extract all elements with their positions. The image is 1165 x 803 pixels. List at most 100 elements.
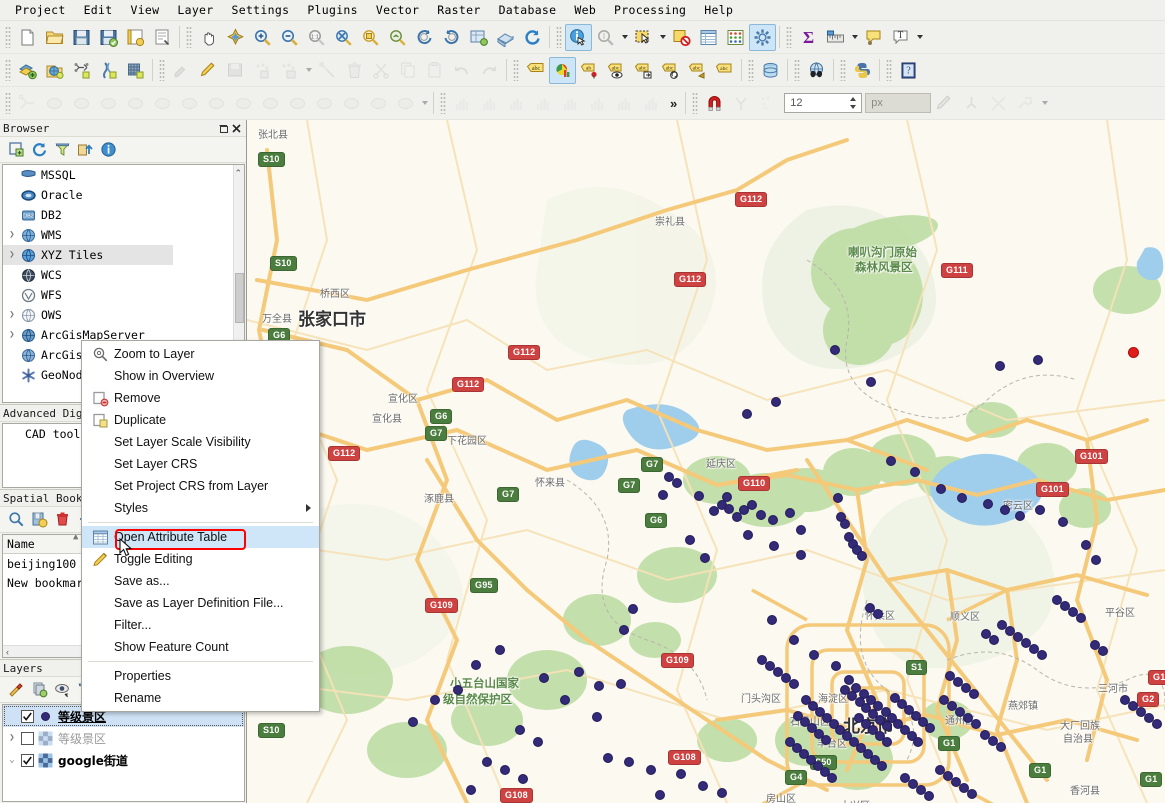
- identify-features-button[interactable]: [565, 23, 592, 51]
- menu-item-layer[interactable]: Layer: [168, 1, 222, 19]
- map-feature-point[interactable]: [1058, 517, 1068, 527]
- change-label-button[interactable]: abc: [711, 57, 738, 84]
- menu-item-help[interactable]: Help: [695, 1, 742, 19]
- layer-expand-icon[interactable]: ⌄: [5, 755, 19, 765]
- map-canvas-area[interactable]: 张北县 崇礼县 桥西区 万全县 张家口市 宣化区 宣化县 下花园区 怀来县 涿鹿县 延庆区 喇叭沟门原…: [247, 120, 1165, 803]
- map-feature-point[interactable]: [430, 695, 440, 705]
- map-feature-point[interactable]: [1081, 540, 1091, 550]
- expand-arrow-icon[interactable]: ❯: [5, 310, 19, 320]
- add-raster-layer-button[interactable]: [41, 57, 68, 84]
- map-feature-point[interactable]: [1098, 646, 1108, 656]
- context-menu-item-set-project-crs-from-layer[interactable]: Set Project CRS from Layer: [82, 475, 319, 497]
- context-menu-item-properties[interactable]: Properties: [82, 665, 319, 687]
- chevron-down-icon[interactable]: [619, 24, 630, 51]
- field-calculator-button[interactable]: Σ: [795, 24, 822, 51]
- layer-item-1[interactable]: ❯ 等级景区: [3, 727, 244, 749]
- map-feature-point[interactable]: [717, 788, 727, 798]
- map-feature-point[interactable]: [616, 679, 626, 689]
- context-menu-item-filter[interactable]: Filter...: [82, 614, 319, 636]
- menu-item-raster[interactable]: Raster: [428, 1, 489, 19]
- map-feature-point[interactable]: [408, 717, 418, 727]
- context-menu-item-duplicate[interactable]: Duplicate: [82, 409, 319, 431]
- map-feature-point[interactable]: [796, 525, 806, 535]
- chevron-down-icon[interactable]: [419, 90, 430, 117]
- browser-item-ows[interactable]: ❯ OWS: [3, 305, 173, 325]
- select-features-button[interactable]: [630, 24, 657, 51]
- new-project-button[interactable]: [14, 24, 41, 51]
- text-annotation-button[interactable]: T: [887, 24, 914, 51]
- map-feature-point[interactable]: [1035, 505, 1045, 515]
- map-feature-point[interactable]: [592, 712, 602, 722]
- layer-item-2[interactable]: ⌄ google街道: [3, 749, 244, 771]
- menu-item-view[interactable]: View: [121, 1, 168, 19]
- map-feature-point[interactable]: [833, 493, 843, 503]
- context-menu-item-open-attribute-table[interactable]: Open Attribute Table: [82, 526, 319, 548]
- snapping-tolerance-input[interactable]: 12: [784, 93, 863, 113]
- context-menu-item-set-layer-crs[interactable]: Set Layer CRS: [82, 453, 319, 475]
- browser-item-xyz-tiles[interactable]: ❯ XYZ Tiles: [3, 245, 173, 265]
- options-button[interactable]: [749, 23, 776, 51]
- map-feature-point[interactable]: [1037, 650, 1047, 660]
- map-feature-point[interactable]: [700, 553, 710, 563]
- layer-expand-icon[interactable]: ❯: [5, 733, 19, 743]
- map-feature-point[interactable]: [453, 685, 463, 695]
- menu-item-plugins[interactable]: Plugins: [298, 1, 367, 19]
- map-feature-point[interactable]: [742, 409, 752, 419]
- chevron-down-icon[interactable]: [303, 57, 314, 84]
- map-feature-point[interactable]: [971, 719, 981, 729]
- map-feature-point[interactable]: [747, 500, 757, 510]
- toolbar-grip[interactable]: [886, 59, 892, 81]
- zoom-out-button[interactable]: [276, 24, 303, 51]
- annotation-button[interactable]: [860, 24, 887, 51]
- browser-item-db2[interactable]: DB2 DB2: [3, 205, 173, 225]
- browser-item-wfs[interactable]: WFS: [3, 285, 173, 305]
- database-manager-button[interactable]: [757, 57, 784, 84]
- map-feature-point[interactable]: [995, 361, 1005, 371]
- map-feature-point[interactable]: [672, 478, 682, 488]
- map-feature-point[interactable]: [676, 769, 686, 779]
- zoom-to-selection-button[interactable]: [357, 24, 384, 51]
- layer-visibility-checkbox[interactable]: [19, 731, 36, 745]
- layer-visibility-checkbox[interactable]: [19, 753, 36, 767]
- map-feature-point[interactable]: [789, 635, 799, 645]
- menu-item-settings[interactable]: Settings: [223, 1, 299, 19]
- map-feature-point[interactable]: [603, 753, 613, 763]
- close-icon[interactable]: [230, 122, 243, 135]
- map-feature-point[interactable]: [873, 609, 883, 619]
- browser-item-wms[interactable]: ❯ WMS: [3, 225, 173, 245]
- map-feature-point[interactable]: [646, 765, 656, 775]
- map-feature-point[interactable]: [910, 467, 920, 477]
- map-feature-point[interactable]: [574, 667, 584, 677]
- measure-line-button[interactable]: [822, 24, 849, 51]
- map-feature-point[interactable]: [771, 397, 781, 407]
- chevron-down-icon[interactable]: [914, 24, 925, 51]
- add-spatialite-layer-button[interactable]: [95, 57, 122, 84]
- map-feature-point[interactable]: [769, 541, 779, 551]
- zoom-to-bookmark-icon[interactable]: [6, 510, 26, 530]
- map-feature-point[interactable]: [877, 761, 887, 771]
- map-feature-point[interactable]: [925, 723, 935, 733]
- context-menu-item-show-feature-count[interactable]: Show Feature Count: [82, 636, 319, 658]
- toolbar-overflow-icon[interactable]: »: [665, 96, 682, 111]
- map-feature-point[interactable]: [594, 681, 604, 691]
- map-feature-point[interactable]: [829, 719, 839, 729]
- expand-arrow-icon[interactable]: ❯: [5, 230, 19, 240]
- filter-icon[interactable]: [52, 140, 72, 160]
- float-icon[interactable]: [217, 122, 230, 135]
- zoom-last-button[interactable]: [411, 24, 438, 51]
- map-feature-point[interactable]: [830, 345, 840, 355]
- map-feature-point[interactable]: [539, 673, 549, 683]
- chevron-down-icon[interactable]: [1039, 90, 1050, 117]
- map-feature-point[interactable]: [533, 737, 543, 747]
- menu-item-project[interactable]: Project: [6, 1, 75, 19]
- map-feature-point[interactable]: [936, 484, 946, 494]
- map-feature-point[interactable]: [756, 510, 766, 520]
- map-feature-point[interactable]: [866, 377, 876, 387]
- layers-tree[interactable]: 等级景区 ❯ 等级景区 ⌄ google街道: [2, 704, 245, 802]
- add-mesh-layer-button[interactable]: [122, 57, 149, 84]
- expand-arrow-icon[interactable]: ❯: [5, 250, 19, 260]
- add-delimited-text-layer-button[interactable]: [68, 57, 95, 84]
- context-menu-item-save-as[interactable]: Save as...: [82, 570, 319, 592]
- python-console-button[interactable]: [849, 57, 876, 84]
- toolbar-grip[interactable]: [186, 26, 192, 48]
